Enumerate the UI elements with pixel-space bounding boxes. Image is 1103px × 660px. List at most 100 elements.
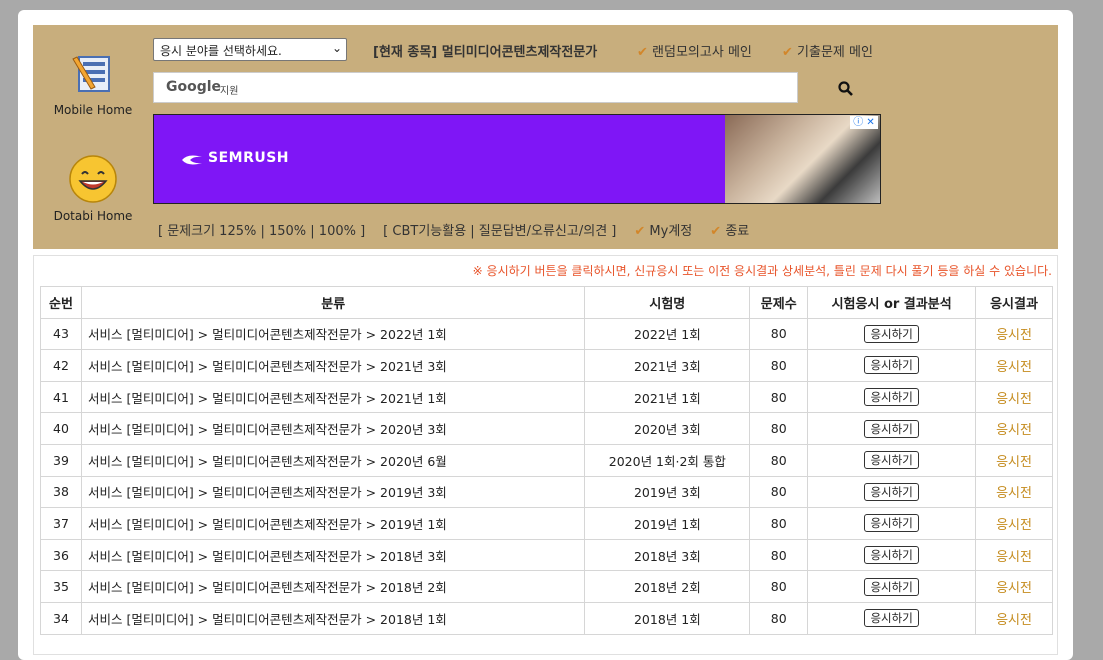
result-status[interactable]: 응시전 <box>996 328 1032 343</box>
row-question-count: 80 <box>749 443 809 477</box>
check-icon: ✔ <box>634 224 646 239</box>
random-exam-label: 랜덤모의고사 메인 <box>652 45 752 60</box>
row-result: 응시전 <box>975 317 1053 351</box>
field-select[interactable]: 응시 분야를 선택하세요. ⌄ <box>153 38 347 61</box>
search-button[interactable] <box>836 79 856 99</box>
row-exam-name: 2019년 3회 <box>584 475 751 509</box>
row-result: 응시전 <box>975 570 1053 603</box>
take-exam-button[interactable]: 응시하기 <box>864 388 919 407</box>
header-count: 문제수 <box>749 286 809 319</box>
take-exam-button[interactable]: 응시하기 <box>864 514 919 533</box>
past-exam-link[interactable]: ✔ 기출문제 메인 <box>782 41 873 60</box>
row-exam-name: 2018년 3회 <box>584 538 751 572</box>
row-action-cell: 응시하기 <box>807 601 977 635</box>
table-row: 41 서비스 [멀티미디어] > 멀티미디어콘텐츠제작전문가 > 2021년 1회… <box>40 380 1053 414</box>
row-number: 40 <box>40 412 82 445</box>
search-icon <box>838 81 853 96</box>
header-panel: Mobile Home Dotabi Home 응시 분야를 선택하세요. ⌄ … <box>33 25 1058 249</box>
result-status[interactable]: 응시전 <box>996 423 1032 438</box>
notice-text: ※ 응시하기 버튼을 클릭하시면, 신규응시 또는 이전 응시결과 상세분석, … <box>472 264 1052 278</box>
exit-link[interactable]: 종료 <box>725 224 749 239</box>
header-result: 응시결과 <box>975 286 1053 319</box>
table-row: 36 서비스 [멀티미디어] > 멀티미디어콘텐츠제작전문가 > 2018년 3회… <box>40 538 1053 572</box>
exam-table: 순번 분류 시험명 문제수 시험응시 or 결과분석 응시결과 43 서비스 [멀… <box>40 286 1053 635</box>
row-question-count: 80 <box>749 349 809 382</box>
cbt-links[interactable]: [ CBT기능활용 | 질문답변/오류신고/의견 ] <box>383 224 616 239</box>
take-exam-button[interactable]: 응시하기 <box>864 609 919 628</box>
row-action-cell: 응시하기 <box>807 317 977 351</box>
result-status[interactable]: 응시전 <box>996 360 1032 375</box>
semrush-logo-icon <box>182 155 202 165</box>
row-result: 응시전 <box>975 601 1053 635</box>
row-action-cell: 응시하기 <box>807 507 977 540</box>
table-row: 43 서비스 [멀티미디어] > 멀티미디어콘텐츠제작전문가 > 2022년 1회… <box>40 317 1053 351</box>
row-number: 34 <box>40 601 82 635</box>
table-row: 39 서비스 [멀티미디어] > 멀티미디어콘텐츠제작전문가 > 2020년 6월… <box>40 443 1053 477</box>
row-category: 서비스 [멀티미디어] > 멀티미디어콘텐츠제작전문가 > 2022년 1회 <box>80 317 586 351</box>
field-select-value: 응시 분야를 선택하세요. <box>160 44 282 58</box>
row-category: 서비스 [멀티미디어] > 멀티미디어콘텐츠제작전문가 > 2021년 3회 <box>80 349 586 382</box>
row-result: 응시전 <box>975 349 1053 382</box>
row-category: 서비스 [멀티미디어] > 멀티미디어콘텐츠제작전문가 > 2019년 3회 <box>80 475 586 509</box>
take-exam-button[interactable]: 응시하기 <box>864 356 919 375</box>
my-account-link[interactable]: My계정 <box>649 224 692 239</box>
mobile-home-label: Mobile Home <box>53 103 133 117</box>
row-category: 서비스 [멀티미디어] > 멀티미디어콘텐츠제작전문가 > 2019년 1회 <box>80 507 586 540</box>
row-exam-name: 2018년 1회 <box>584 601 751 635</box>
table-row: 34 서비스 [멀티미디어] > 멀티미디어콘텐츠제작전문가 > 2018년 1회… <box>40 601 1053 635</box>
row-question-count: 80 <box>749 601 809 635</box>
row-category: 서비스 [멀티미디어] > 멀티미디어콘텐츠제작전문가 > 2018년 1회 <box>80 601 586 635</box>
result-status[interactable]: 응시전 <box>996 581 1032 596</box>
result-status[interactable]: 응시전 <box>996 550 1032 565</box>
row-question-count: 80 <box>749 317 809 351</box>
ad-brand: SEMRUSH <box>208 150 290 166</box>
header-no: 순번 <box>40 286 82 319</box>
current-subject: [현재 종목] 멀티미디어콘텐츠제작전문가 <box>373 45 598 60</box>
search-sub-label: 지원 <box>220 86 239 97</box>
row-action-cell: 응시하기 <box>807 475 977 509</box>
result-status[interactable]: 응시전 <box>996 518 1032 533</box>
row-action-cell: 응시하기 <box>807 412 977 445</box>
row-question-count: 80 <box>749 538 809 572</box>
mobile-home-link[interactable]: Mobile Home <box>33 47 153 117</box>
result-status[interactable]: 응시전 <box>996 613 1032 628</box>
take-exam-button[interactable]: 응시하기 <box>864 324 919 343</box>
row-number: 43 <box>40 317 82 351</box>
row-exam-name: 2022년 1회 <box>584 317 751 351</box>
take-exam-button[interactable]: 응시하기 <box>864 546 919 565</box>
exam-table-wrap: 순번 분류 시험명 문제수 시험응시 or 결과분석 응시결과 43 서비스 [멀… <box>40 286 1053 635</box>
row-question-count: 80 <box>749 412 809 445</box>
check-icon: ✔ <box>710 224 722 239</box>
table-row: 35 서비스 [멀티미디어] > 멀티미디어콘텐츠제작전문가 > 2018년 2회… <box>40 570 1053 603</box>
result-status[interactable]: 응시전 <box>996 486 1032 501</box>
row-action-cell: 응시하기 <box>807 380 977 414</box>
font-size-links[interactable]: [ 문제크기 125% | 150% | 100% ] <box>158 224 365 239</box>
row-result: 응시전 <box>975 380 1053 414</box>
row-number: 36 <box>40 538 82 572</box>
take-exam-button[interactable]: 응시하기 <box>864 419 919 438</box>
table-row: 42 서비스 [멀티미디어] > 멀티미디어콘텐츠제작전문가 > 2021년 3회… <box>40 349 1053 382</box>
header-action: 시험응시 or 결과분석 <box>807 286 977 319</box>
row-exam-name: 2021년 1회 <box>584 380 751 414</box>
search-input[interactable]: Google 지원 <box>153 72 798 103</box>
row-category: 서비스 [멀티미디어] > 멀티미디어콘텐츠제작전문가 > 2021년 1회 <box>80 380 586 414</box>
ad-banner[interactable]: SEMRUSH ⓘ ✕ <box>153 114 881 204</box>
row-action-cell: 응시하기 <box>807 349 977 382</box>
check-icon: ✔ <box>637 45 648 60</box>
dotabi-home-link[interactable]: Dotabi Home <box>33 153 153 223</box>
take-exam-button[interactable]: 응시하기 <box>864 451 919 470</box>
take-exam-button[interactable]: 응시하기 <box>864 577 919 596</box>
random-exam-link[interactable]: ✔ 랜덤모의고사 메인 <box>637 41 752 60</box>
ad-close-icon[interactable]: ⓘ ✕ <box>850 116 878 129</box>
take-exam-button[interactable]: 응시하기 <box>864 482 919 501</box>
row-result: 응시전 <box>975 443 1053 477</box>
row-result: 응시전 <box>975 538 1053 572</box>
table-row: 38 서비스 [멀티미디어] > 멀티미디어콘텐츠제작전문가 > 2019년 3회… <box>40 475 1053 509</box>
result-status[interactable]: 응시전 <box>996 392 1032 407</box>
options-bar: [ 문제크기 125% | 150% | 100% ] [ CBT기능활용 | 질… <box>158 220 749 239</box>
row-number: 38 <box>40 475 82 509</box>
result-status[interactable]: 응시전 <box>996 455 1032 470</box>
row-number: 42 <box>40 349 82 382</box>
row-question-count: 80 <box>749 507 809 540</box>
row-action-cell: 응시하기 <box>807 538 977 572</box>
